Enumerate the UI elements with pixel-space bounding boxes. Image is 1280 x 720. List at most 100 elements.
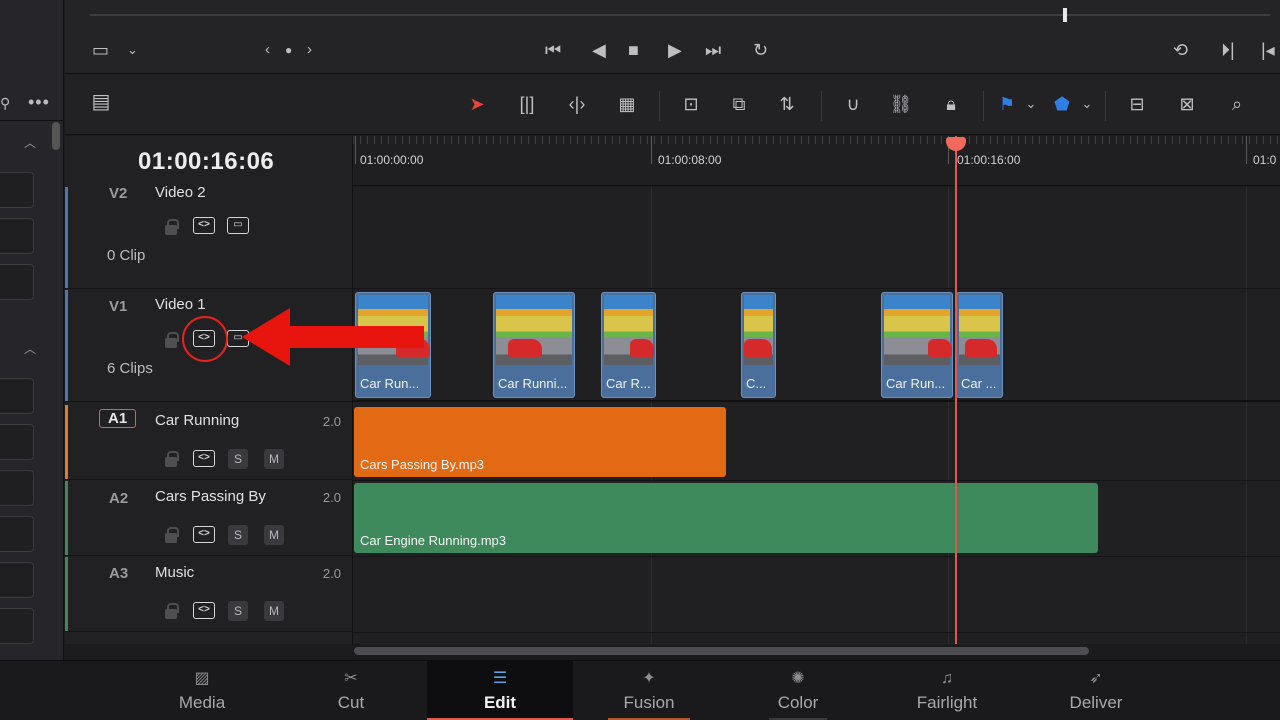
timeline-ruler[interactable]: 01:00:00:00 01:00:08:00 01:00:16:00 01:0 xyxy=(353,136,1280,186)
replace-clip-icon[interactable]: ⇅ xyxy=(773,93,801,115)
track-id: A1 xyxy=(99,409,137,428)
playhead[interactable] xyxy=(955,136,957,644)
snapping-icon[interactable]: ∪ xyxy=(839,93,867,115)
solo-button[interactable]: S xyxy=(228,601,248,621)
color-icon: ✺ xyxy=(791,670,805,687)
viewer-size-icon[interactable]: ▭ xyxy=(92,40,109,60)
tab-media[interactable]: ▨ Media xyxy=(129,661,275,720)
next-chevron-icon[interactable]: › xyxy=(307,40,312,60)
lock-icon[interactable] xyxy=(165,219,179,235)
tab-deliver[interactable]: ➶ Deliver xyxy=(1023,661,1169,720)
previous-chevron-icon[interactable]: ‹ xyxy=(265,40,270,60)
chevron-down-icon[interactable]: ⌄ xyxy=(1017,93,1045,115)
overwrite-clip-icon[interactable]: ⧉ xyxy=(725,93,753,115)
track-id: A3 xyxy=(109,565,129,582)
chevron-down-icon[interactable]: ⌄ xyxy=(127,40,138,60)
tab-color[interactable]: ✺ Color xyxy=(725,661,871,720)
stop-icon[interactable]: ■ xyxy=(628,40,639,60)
zoom-custom-icon[interactable]: ⌕ xyxy=(1223,93,1251,115)
audio-clip-a2[interactable]: Car Engine Running.mp3 xyxy=(354,483,1098,553)
auto-select-icon[interactable]: <> xyxy=(193,450,215,467)
track-id: V1 xyxy=(109,298,128,315)
video-clip[interactable]: C... xyxy=(741,292,776,398)
solo-button[interactable]: S xyxy=(228,449,248,469)
selection-tool-icon[interactable]: ➤ xyxy=(463,93,491,115)
video-clip[interactable]: Car Run... xyxy=(881,292,953,398)
chevron-down-icon[interactable]: ⌄ xyxy=(1073,93,1101,115)
page-navigation-bar: ▨ Media ✂ Cut ☰ Edit ✦ Fusion ✺ Color ♫ … xyxy=(0,660,1280,720)
track-name[interactable]: Video 2 xyxy=(155,184,206,201)
timeline-toolbar: ▤ ➤ [|] ‹|› ▦ ⊡ ⧉ ⇅ ∪ ⛓ 🔒︎ ⚑ ⌄ ⬟ ⌄ ⊟ ⊠ ⌕ xyxy=(65,75,1280,135)
linked-selection-icon[interactable]: ⛓ xyxy=(887,93,915,115)
position-lock-icon[interactable]: 🔒︎ xyxy=(937,93,965,115)
lock-icon[interactable] xyxy=(165,451,179,467)
tab-fairlight[interactable]: ♫ Fairlight xyxy=(874,661,1020,720)
mute-button[interactable]: M xyxy=(264,449,284,469)
tab-edit[interactable]: ☰ Edit xyxy=(427,661,573,720)
video-clip[interactable]: Car R... xyxy=(601,292,656,398)
blade-edit-icon[interactable]: ▦ xyxy=(613,93,641,115)
go-to-end-icon[interactable]: ⏭ xyxy=(705,40,721,60)
sidebar-slot[interactable] xyxy=(0,608,34,644)
zoom-full-icon[interactable]: ⊟ xyxy=(1123,93,1151,115)
sidebar-slot[interactable] xyxy=(0,378,34,414)
sidebar-slot[interactable] xyxy=(0,424,34,460)
more-options-icon[interactable]: ••• xyxy=(28,92,50,113)
lane-v2[interactable] xyxy=(353,187,1280,289)
mute-button[interactable]: M xyxy=(264,525,284,545)
play-icon[interactable]: ▶ xyxy=(668,40,682,60)
auto-select-icon[interactable]: <> xyxy=(193,526,215,543)
auto-select-icon[interactable]: <> xyxy=(193,602,215,619)
search-icon[interactable]: ⚲ xyxy=(0,95,10,112)
lock-icon[interactable] xyxy=(165,332,179,348)
sidebar-slot[interactable] xyxy=(0,264,34,300)
marker-icon[interactable]: ⬟ xyxy=(1048,93,1076,115)
sidebar-scrollbar[interactable] xyxy=(52,122,60,150)
track-name[interactable]: Music xyxy=(155,564,194,581)
insert-clip-icon[interactable]: ⊡ xyxy=(677,93,705,115)
track-header-a1: A1 Car Running 2.0 <> S M xyxy=(65,405,353,480)
lane-a3[interactable] xyxy=(353,557,1280,633)
video-clip[interactable]: Car ... xyxy=(956,292,1003,398)
track-name[interactable]: Car Running xyxy=(155,412,239,429)
timeline-view-options-icon[interactable]: ▤ xyxy=(87,91,115,113)
out-point-icon[interactable]: |◂ xyxy=(1261,40,1275,60)
solo-button[interactable]: S xyxy=(228,525,248,545)
track-output-icon[interactable]: ▭ xyxy=(227,217,249,234)
timeline-scrollbar[interactable] xyxy=(354,647,1089,655)
sidebar-slot[interactable] xyxy=(0,516,34,552)
sidebar-slot[interactable] xyxy=(0,172,34,208)
track-name[interactable]: Video 1 xyxy=(155,296,206,313)
timecode-display[interactable]: 01:00:16:06 xyxy=(65,136,353,186)
track-id: A2 xyxy=(109,490,129,507)
lock-icon[interactable] xyxy=(165,527,179,543)
reverse-play-icon[interactable]: ◀ xyxy=(592,40,606,60)
video-clip[interactable]: Car Runni... xyxy=(493,292,575,398)
track-header-a3: A3 Music 2.0 <> S M xyxy=(65,557,353,632)
lock-icon[interactable] xyxy=(165,603,179,619)
dynamic-trim-icon[interactable]: ‹|› xyxy=(563,93,591,115)
collapse-up-icon[interactable]: ︿ xyxy=(24,340,36,357)
sidebar-slot[interactable] xyxy=(0,562,34,598)
tab-cut[interactable]: ✂ Cut xyxy=(278,661,424,720)
track-name[interactable]: Cars Passing By xyxy=(155,488,266,505)
match-frame-icon[interactable]: ⟲ xyxy=(1173,40,1188,60)
sidebar-slot[interactable] xyxy=(0,218,34,254)
scrub-handle[interactable] xyxy=(1063,8,1067,22)
dot-icon[interactable]: ● xyxy=(285,40,292,60)
tab-fusion[interactable]: ✦ Fusion xyxy=(576,661,722,720)
car-icon xyxy=(744,339,772,357)
zoom-detail-icon[interactable]: ⊠ xyxy=(1173,93,1201,115)
scrub-bar[interactable] xyxy=(90,14,1270,16)
collapse-up-icon[interactable]: ︿ xyxy=(24,134,36,151)
audio-clip-a1[interactable]: Cars Passing By.mp3 xyxy=(354,407,726,477)
mute-button[interactable]: M xyxy=(264,601,284,621)
sidebar-slot[interactable] xyxy=(0,470,34,506)
loop-icon[interactable]: ↻ xyxy=(753,40,768,60)
rocket-icon: ➶ xyxy=(1089,670,1103,687)
next-edit-icon[interactable]: ⏵| xyxy=(1221,40,1235,60)
go-to-start-icon[interactable]: ⏮ xyxy=(545,40,561,60)
timeline-tracks-area[interactable]: Car Run... Car Runni... Car R... C... Ca… xyxy=(353,187,1280,644)
auto-select-icon[interactable]: <> xyxy=(193,217,215,234)
trim-edit-icon[interactable]: [|] xyxy=(513,93,541,115)
